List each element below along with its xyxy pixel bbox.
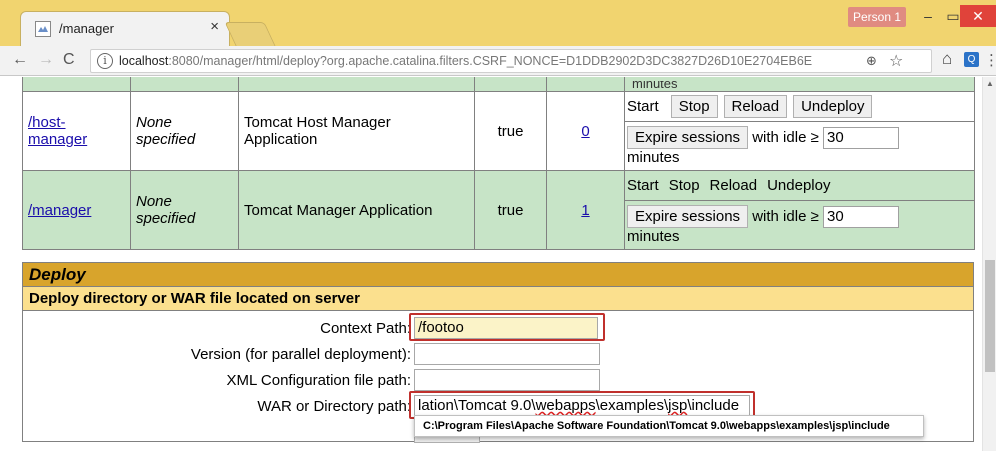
scroll-up-arrow-icon[interactable]: ▲ (986, 79, 994, 88)
version-row: Version (for parallel deployment): (23, 343, 973, 367)
url-text[interactable]: localhost:8080/manager/html/deploy?org.a… (119, 54, 812, 68)
app-running: true (474, 170, 547, 251)
new-tab-button[interactable] (224, 22, 276, 46)
scrollbar-thumb[interactable] (985, 260, 995, 372)
app-running: true (474, 90, 547, 172)
reload-button[interactable]: Reload (723, 95, 788, 118)
address-bar[interactable]: i localhost:8080/manager/html/deploy?org… (90, 49, 932, 73)
start-label: Start (627, 98, 659, 115)
profile-button[interactable]: Person 1 (848, 7, 906, 27)
info-icon[interactable]: i (97, 53, 113, 69)
browser-menu-icon[interactable]: ⋮ (984, 51, 996, 69)
url-host: localhost (119, 54, 169, 68)
app-sessions-link[interactable]: 0 (581, 123, 589, 140)
address-toolbar: ← → C i localhost:8080/manager/html/depl… (0, 46, 996, 76)
idle-label: with idle ≥ (752, 129, 819, 146)
stop-label: Stop (668, 177, 700, 195)
app-version: None specified (130, 170, 239, 251)
idle-label: with idle ≥ (752, 208, 819, 226)
page-viewport: minutes /host-manager None specified Tomc… (0, 77, 982, 451)
idle-minutes-input[interactable]: 30 (822, 206, 899, 229)
back-arrow-icon[interactable]: ← (12, 51, 28, 69)
highlight-box (409, 313, 605, 341)
expire-sessions-form: Expire sessions with idle ≥ 30 minutes (625, 122, 974, 170)
applications-table: minutes /host-manager None specified Tomc… (22, 77, 975, 251)
xml-config-input[interactable] (414, 369, 600, 391)
tomcat-favicon-icon (35, 21, 51, 37)
app-display-name: Tomcat Manager Application (238, 170, 475, 251)
app-path-link[interactable]: /host-manager (28, 114, 87, 148)
undeploy-label: Undeploy (767, 177, 831, 195)
app-display-name: Tomcat Host Manager Application (238, 90, 475, 172)
browser-titlebar: /manager × Person 1 – ▭ ✕ (0, 0, 996, 46)
browser-tab[interactable]: /manager × (20, 11, 230, 46)
xml-config-label: XML Configuration file path: (226, 372, 411, 389)
table-row: /host-manager None specified Tomcat Host … (22, 90, 975, 172)
extension-icon[interactable]: Q (964, 52, 979, 67)
minutes-label: minutes (627, 228, 680, 246)
bookmark-star-icon[interactable]: ☆ (889, 51, 903, 71)
minutes-label: minutes (627, 149, 680, 167)
minutes-label: minutes (632, 81, 678, 91)
stop-button[interactable]: Stop (670, 95, 718, 118)
commands-line: Start Stop Reload Undeploy (625, 171, 974, 202)
table-row: minutes (22, 77, 975, 92)
app-version: None specified (130, 90, 239, 172)
version-input[interactable] (414, 343, 600, 365)
context-path-label: Context Path: (320, 320, 411, 337)
commands-line: Start Stop Reload Undeploy (625, 92, 974, 122)
tab-close-icon[interactable]: × (210, 18, 219, 35)
version-label: Version (for parallel deployment): (190, 346, 411, 363)
table-row: /manager None specified Tomcat Manager Ap… (22, 170, 975, 251)
deploy-section: Deploy Deploy directory or WAR file loca… (22, 262, 974, 443)
vertical-scrollbar[interactable]: ▲ (982, 77, 996, 451)
expire-sessions-button[interactable]: Expire sessions (627, 126, 749, 149)
tab-title: /manager (59, 21, 114, 36)
expire-sessions-button[interactable]: Expire sessions (627, 205, 749, 229)
close-window-button[interactable]: ✕ (960, 5, 996, 27)
deploy-form: Context Path: /footoo Version (for paral… (23, 311, 973, 443)
reload-label: Reload (709, 177, 758, 195)
deploy-title: Deploy (23, 263, 973, 287)
deploy-subtitle: Deploy directory or WAR file located on … (23, 287, 973, 311)
idle-minutes-input[interactable]: 30 (822, 127, 899, 150)
war-path-label: WAR or Directory path: (257, 398, 411, 415)
app-path-link[interactable]: /manager (28, 202, 91, 219)
start-label: Start (627, 177, 659, 195)
app-sessions-link[interactable]: 1 (581, 202, 589, 219)
undeploy-button[interactable]: Undeploy (793, 95, 873, 118)
forward-arrow-icon[interactable]: → (38, 51, 54, 69)
home-icon[interactable]: ⌂ (942, 49, 952, 69)
xml-config-row: XML Configuration file path: (23, 369, 973, 393)
autocomplete-suggestion[interactable]: C:\Program Files\Apache Software Foundat… (414, 415, 924, 437)
reload-icon[interactable]: C (63, 51, 75, 69)
url-path: :8080/manager/html/deploy?org.apache.cat… (168, 54, 813, 68)
expire-sessions-form: Expire sessions with idle ≥ 30 minutes (625, 201, 974, 249)
zoom-icon[interactable]: ⊕ (866, 53, 877, 69)
